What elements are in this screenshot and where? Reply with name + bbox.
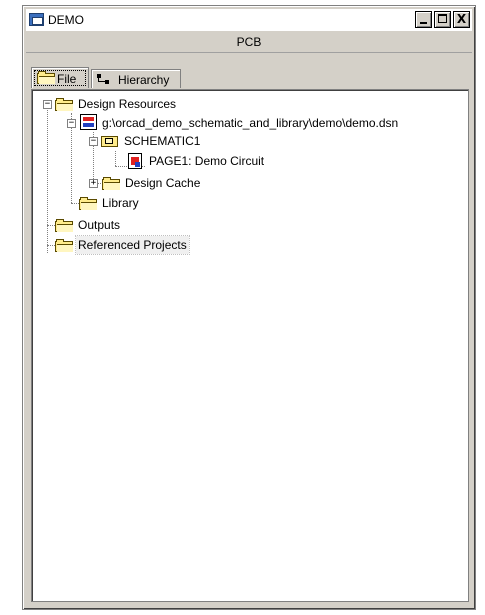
tree-item-label: SCHEMATIC1 — [124, 134, 201, 148]
collapse-toggle[interactable]: − — [43, 100, 52, 109]
project-tree[interactable]: − Design Resources − g:\orcad_demo_schem… — [31, 89, 469, 602]
tree-item-label: Outputs — [78, 218, 121, 232]
tree-item-label: Design Resources — [78, 97, 177, 111]
maximize-button[interactable] — [434, 11, 451, 28]
tree-item-label: Library — [102, 196, 139, 210]
minimize-icon — [420, 22, 427, 24]
demo-window: DEMO X PCB File Hierarchy − Design Resou… — [22, 5, 476, 610]
tab-file-label: File — [57, 72, 77, 86]
close-button[interactable]: X — [453, 11, 470, 28]
tree-line — [115, 151, 116, 166]
tab-hierarchy-label: Hierarchy — [118, 73, 170, 87]
expand-toggle[interactable]: + — [89, 179, 98, 188]
minimize-button[interactable] — [415, 11, 432, 28]
window-icon — [29, 13, 44, 26]
design-file-icon — [80, 114, 97, 130]
tree-item-label: g:\orcad_demo_schematic_and_library\demo… — [102, 116, 399, 130]
tree-item-label: PAGE1: Demo Circuit — [149, 154, 265, 168]
maximize-icon — [438, 14, 447, 23]
schematic-page-icon — [128, 153, 142, 169]
folder-icon — [102, 177, 120, 190]
folder-icon — [55, 219, 73, 232]
folder-icon — [55, 239, 73, 252]
collapse-toggle[interactable]: − — [89, 137, 98, 146]
tab-hierarchy[interactable]: Hierarchy — [91, 69, 181, 88]
tab-file[interactable]: File — [31, 67, 89, 88]
tree-line — [47, 104, 48, 253]
folder-icon — [55, 98, 73, 111]
schematic-folder-icon — [101, 134, 118, 147]
hierarchy-icon — [97, 74, 113, 86]
pcb-toolbar[interactable]: PCB — [26, 32, 472, 53]
tree-item-label: Design Cache — [125, 176, 201, 190]
folder-icon — [79, 197, 97, 210]
collapse-toggle[interactable]: − — [67, 119, 76, 128]
tree-item-label: Referenced Projects — [75, 235, 190, 255]
folder-icon — [37, 71, 55, 84]
window-title: DEMO — [48, 13, 84, 27]
title-bar[interactable]: DEMO X — [26, 9, 472, 31]
